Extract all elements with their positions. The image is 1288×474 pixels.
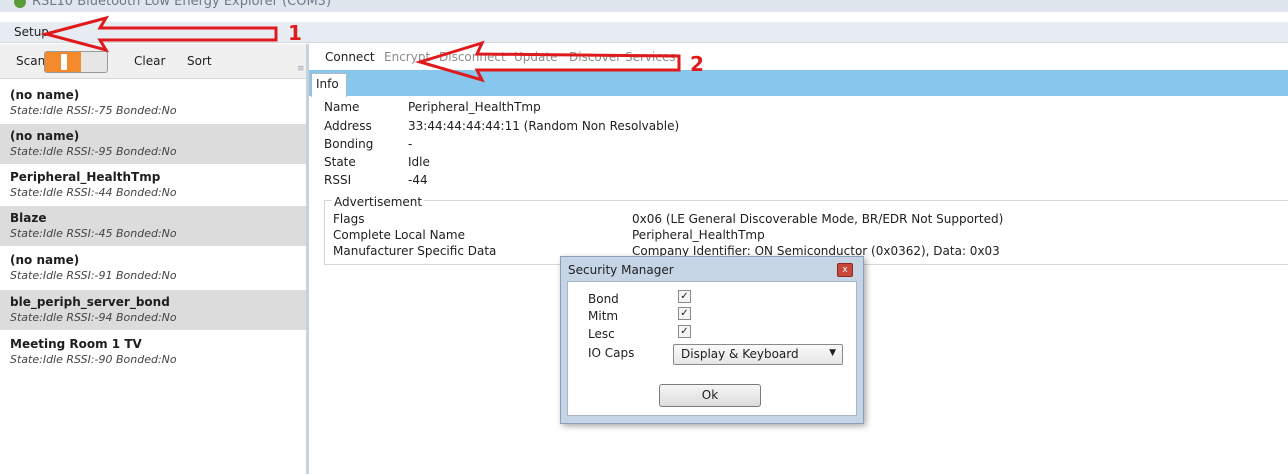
device-info: State:Idle RSSI:-75 Bonded:No [10, 104, 177, 117]
device-name: Peripheral_HealthTmp [10, 170, 161, 184]
bond-checkbox[interactable]: ✓ [678, 290, 691, 303]
lesc-checkbox[interactable]: ✓ [678, 325, 691, 338]
device-name: Blaze [10, 211, 47, 225]
device-name: (no name) [10, 253, 80, 267]
device-list-item[interactable]: (no name) State:Idle RSSI:-75 Bonded:No [0, 83, 306, 123]
scan-label: Scan [16, 54, 46, 68]
adv-local-name-label: Complete Local Name [333, 228, 465, 242]
sort-button[interactable]: Sort [187, 54, 212, 68]
info-state-label: State [324, 155, 356, 169]
update-button[interactable]: Update [514, 50, 557, 64]
info-name-value: Peripheral_HealthTmp [408, 100, 541, 114]
chevron-down-icon: ▼ [829, 348, 836, 358]
info-address-value: 33:44:44:44:44:11 (Random Non Resolvable… [408, 119, 680, 133]
scan-toggle[interactable] [44, 51, 108, 73]
close-icon[interactable]: x [837, 263, 853, 277]
device-name: (no name) [10, 129, 80, 143]
device-list-item[interactable]: Meeting Room 1 TV State:Idle RSSI:-90 Bo… [0, 332, 306, 372]
annotation-number-1: 1 [288, 21, 302, 45]
io-caps-value: Display & Keyboard [681, 347, 799, 361]
info-bonding-label: Bonding [324, 137, 374, 151]
ok-button[interactable]: Ok [659, 384, 761, 407]
tab-info-label: Info [316, 77, 339, 91]
io-caps-label: IO Caps [588, 346, 635, 360]
adv-flags-value: 0x06 (LE General Discoverable Mode, BR/E… [632, 212, 1004, 226]
menu-setup[interactable]: Setup [14, 25, 49, 39]
device-info: State:Idle RSSI:-90 Bonded:No [10, 353, 177, 366]
info-address-label: Address [324, 119, 372, 133]
connect-button[interactable]: Connect [325, 50, 375, 64]
panel-splitter[interactable] [306, 44, 309, 474]
io-caps-select[interactable]: Display & Keyboard ▼ [673, 344, 843, 365]
adv-flags-label: Flags [333, 212, 365, 226]
annotation-number-2: 2 [690, 52, 704, 76]
info-state-value: Idle [408, 155, 430, 169]
device-info: State:Idle RSSI:-45 Bonded:No [10, 227, 177, 240]
info-bonding-value: - [408, 137, 413, 151]
adv-local-name-value: Peripheral_HealthTmp [632, 228, 765, 242]
device-name: Meeting Room 1 TV [10, 337, 142, 351]
device-list-item[interactable]: (no name) State:Idle RSSI:-95 Bonded:No [0, 124, 306, 164]
device-info: State:Idle RSSI:-95 Bonded:No [10, 145, 177, 158]
device-list-item[interactable]: ble_periph_server_bond State:Idle RSSI:-… [0, 290, 306, 330]
ok-button-label: Ok [701, 388, 719, 402]
mitm-label: Mitm [588, 309, 619, 323]
info-name-label: Name [324, 100, 360, 114]
device-name: ble_periph_server_bond [10, 295, 170, 309]
clear-button[interactable]: Clear [134, 54, 165, 68]
menu-bar [0, 22, 1288, 43]
lesc-label: Lesc [588, 327, 615, 341]
device-name: (no name) [10, 88, 80, 102]
tab-strip [309, 70, 1288, 96]
bond-label: Bond [588, 292, 619, 306]
device-info: State:Idle RSSI:-44 Bonded:No [10, 186, 177, 199]
advertisement-title: Advertisement [332, 195, 425, 209]
device-list-item[interactable]: Peripheral_HealthTmp State:Idle RSSI:-44… [0, 165, 306, 205]
device-list-item[interactable]: (no name) State:Idle RSSI:-91 Bonded:No [0, 248, 306, 288]
device-info: State:Idle RSSI:-91 Bonded:No [10, 269, 177, 282]
window-title: RSL10 Bluetooth Low Energy Explorer (COM… [32, 0, 332, 9]
dialog-title: Security Manager [568, 263, 674, 277]
encrypt-button[interactable]: Encrypt [384, 50, 430, 64]
device-info: State:Idle RSSI:-94 Bonded:No [10, 311, 177, 324]
device-list-item[interactable]: Blaze State:Idle RSSI:-45 Bonded:No [0, 206, 306, 246]
splitter-grip-icon[interactable]: ≡ [297, 64, 305, 78]
disconnect-button[interactable]: Disconnect [439, 50, 506, 64]
scan-toggle-thumb[interactable] [61, 54, 67, 70]
info-rssi-label: RSSI [324, 173, 352, 187]
adv-manufacturer-label: Manufacturer Specific Data [333, 244, 497, 258]
mitm-checkbox[interactable]: ✓ [678, 307, 691, 320]
discover-services-button[interactable]: Discover Services [569, 50, 676, 64]
info-rssi-value: -44 [408, 173, 428, 187]
